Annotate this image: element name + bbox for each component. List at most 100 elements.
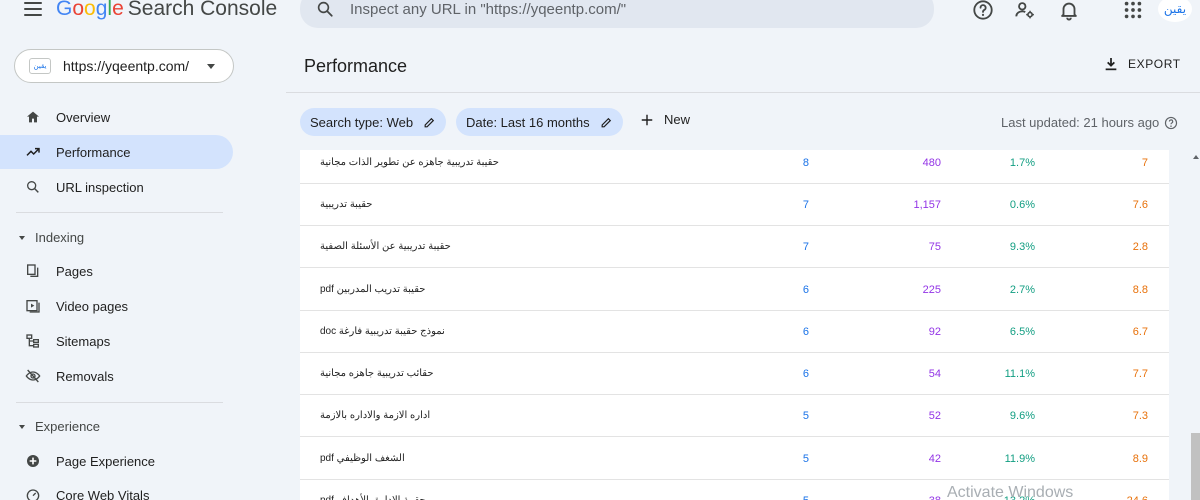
impressions-cell: 480 xyxy=(922,157,941,169)
sidebar-item-label: Core Web Vitals xyxy=(56,487,150,500)
sidebar-item-video-pages[interactable]: Video pages xyxy=(0,289,233,323)
impressions-cell: 54 xyxy=(928,368,941,380)
sidebar-item-url-inspection[interactable]: URL inspection xyxy=(0,170,233,204)
property-logo: يقين xyxy=(29,58,51,74)
position-cell: 8.9 xyxy=(1132,453,1148,465)
search-icon xyxy=(26,181,39,193)
trending-up-icon xyxy=(26,147,40,156)
clicks-cell: 5 xyxy=(803,480,809,500)
position-cell: 24.6 xyxy=(1127,480,1148,500)
sidebar-item-label: Page Experience xyxy=(56,453,156,469)
collapse-caret-icon xyxy=(19,424,25,429)
sidebar-item-sitemaps[interactable]: Sitemaps xyxy=(0,324,233,358)
logo-letter: G xyxy=(56,0,73,20)
table-row[interactable]: اداره الازمة والاداره بالازمة 5 52 9.6% … xyxy=(300,395,1169,437)
sidebar-item-core-web-vitals[interactable]: Core Web Vitals xyxy=(0,478,233,500)
plus-icon xyxy=(641,114,653,125)
table-row[interactable]: حقيبة تدريبية عن الأسئلة الصفية 7 75 9.3… xyxy=(300,226,1169,268)
scroll-up-arrow-icon[interactable] xyxy=(1193,155,1199,159)
ctr-cell: 11.1% xyxy=(1004,368,1035,380)
sidebar-item-label: URL inspection xyxy=(56,179,144,195)
query-cell: الشغف الوظيفي pdf xyxy=(320,453,405,464)
position-cell: 8.8 xyxy=(1132,284,1148,296)
ctr-cell: 9.6% xyxy=(1009,410,1035,422)
logo-letter: e xyxy=(112,0,124,20)
impressions-cell: 225 xyxy=(922,284,941,296)
sidebar-item-pages[interactable]: Pages xyxy=(0,254,233,288)
clicks-cell: 6 xyxy=(802,368,809,380)
property-selector[interactable]: يقين https://yqeentp.com/ xyxy=(14,49,234,83)
help-icon[interactable] xyxy=(1164,116,1178,130)
clicks-cell: 5 xyxy=(802,410,809,422)
sidebar-item-overview[interactable]: Overview xyxy=(0,100,233,134)
query-cell: اداره الازمة والاداره بالازمة xyxy=(320,410,431,421)
export-button[interactable]: EXPORT xyxy=(1103,56,1181,72)
impressions-cell: 75 xyxy=(928,241,941,253)
chip-label: Date: Last 16 months xyxy=(466,114,590,130)
table-row[interactable]: الشغف الوظيفي pdf 5 42 11.9% 8.9 xyxy=(300,438,1169,480)
search-input[interactable] xyxy=(350,0,910,18)
ctr-cell: 0.6% xyxy=(1009,199,1035,211)
sidebar-item-page-experience[interactable]: Page Experience xyxy=(0,444,233,478)
account-avatar[interactable]: يقين xyxy=(1158,0,1192,22)
url-inspection-search[interactable] xyxy=(300,0,934,28)
export-label: EXPORT xyxy=(1128,57,1181,71)
sidebar-item-performance[interactable]: Performance xyxy=(0,135,233,169)
edit-pencil-icon xyxy=(424,117,435,127)
table-row[interactable]: حقيبة تدريبية 7 1,157 0.6% 7.6 xyxy=(300,184,1169,226)
last-updated-text: Last updated: 21 hours ago xyxy=(1001,115,1160,130)
query-cell: نموذج حقيبة تدريبية فارغة doc xyxy=(320,326,445,337)
sidebar-section-indexing[interactable]: Indexing xyxy=(19,230,84,245)
menu-icon[interactable] xyxy=(24,2,42,16)
impressions-cell: 92 xyxy=(928,326,941,338)
clicks-cell: 5 xyxy=(802,453,809,465)
table-row[interactable]: نموذج حقيبة تدريبية فارغة doc 6 92 6.5% … xyxy=(300,311,1169,353)
sidebar-item-removals[interactable]: Removals xyxy=(0,359,233,393)
product-logo[interactable]: Google Search Console xyxy=(56,0,277,21)
ctr-cell: 11.9% xyxy=(1004,453,1035,465)
position-cell: 2.8 xyxy=(1132,241,1148,253)
avatar-text: يقين xyxy=(1163,2,1187,16)
video-pages-icon xyxy=(26,300,40,313)
collapse-caret-icon xyxy=(19,235,25,240)
sitemap-icon xyxy=(26,334,39,348)
header-divider xyxy=(286,92,1200,93)
help-icon[interactable] xyxy=(972,0,994,21)
new-filter-button[interactable]: New xyxy=(640,112,690,127)
logo-letter: o xyxy=(84,0,96,20)
date-filter-chip[interactable]: Date: Last 16 months xyxy=(456,108,623,136)
sidebar-item-label: Performance xyxy=(56,144,131,160)
manage-users-icon[interactable] xyxy=(1014,0,1036,21)
pages-icon xyxy=(27,264,39,277)
notifications-icon[interactable] xyxy=(1058,0,1080,21)
search-icon xyxy=(317,1,333,17)
scrollbar-thumb[interactable] xyxy=(1191,433,1200,500)
impressions-cell: 42 xyxy=(928,453,941,465)
sidebar-item-label: Overview xyxy=(56,109,111,125)
table-row[interactable]: حقائب تدريبية جاهزه مجانية 6 54 11.1% 7.… xyxy=(300,353,1169,395)
logo-letter: o xyxy=(72,0,85,20)
query-cell: حقيبة تدريب المدربين pdf xyxy=(320,284,426,295)
last-updated: Last updated: 21 hours ago xyxy=(1001,115,1178,130)
impressions-cell: 1,157 xyxy=(913,199,941,211)
queries-table: حقيبة تدريبية جاهزه عن تطوير الذات مجاني… xyxy=(300,150,1169,500)
search-type-filter-chip[interactable]: Search type: Web xyxy=(300,108,447,136)
position-cell: 6.7 xyxy=(1132,326,1148,338)
position-cell: 7.3 xyxy=(1132,410,1148,422)
query-cell: حقيبة تدريبية جاهزه عن تطوير الذات مجاني… xyxy=(320,157,499,168)
clicks-cell: 7 xyxy=(802,199,809,211)
clicks-cell: 7 xyxy=(802,241,809,253)
activate-windows-watermark: Activate Windows xyxy=(947,484,1074,500)
query-cell: حقيبة الادارة بالأهداف pdf xyxy=(320,480,426,500)
clicks-cell: 6 xyxy=(802,326,809,338)
new-filter-label: New xyxy=(664,112,691,127)
table-row[interactable]: حقيبة تدريب المدربين pdf 6 225 2.7% 8.8 xyxy=(300,269,1169,311)
impressions-cell: 52 xyxy=(928,410,941,422)
gauge-icon xyxy=(26,489,40,500)
clicks-cell: 8 xyxy=(802,157,809,169)
sidebar-item-label: Sitemaps xyxy=(56,333,111,349)
sidebar-section-experience[interactable]: Experience xyxy=(19,419,100,434)
table-row[interactable]: حقيبة تدريبية جاهزه عن تطوير الذات مجاني… xyxy=(300,150,1169,184)
logo-letter: g xyxy=(95,0,108,20)
apps-grid-icon[interactable] xyxy=(1122,0,1144,21)
